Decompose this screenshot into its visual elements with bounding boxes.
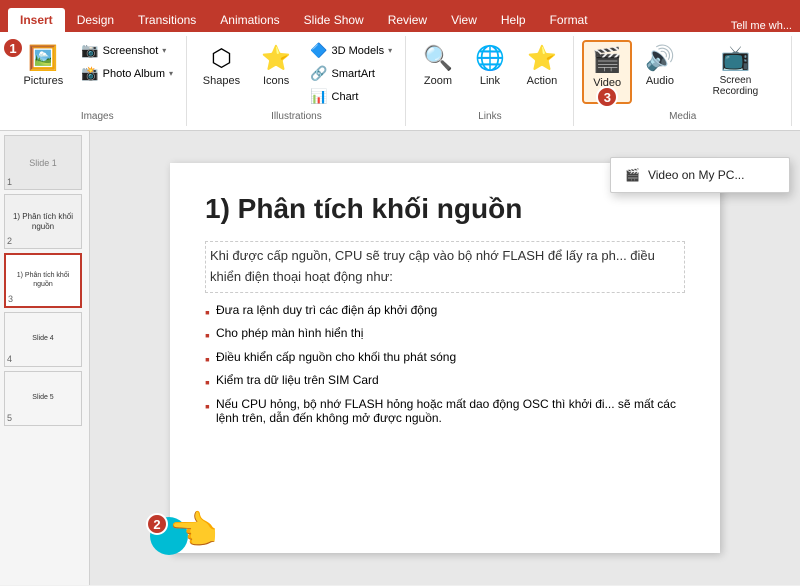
slide-intro: Khi được cấp nguồn, CPU sẽ truy cập vào … [210, 246, 680, 288]
slide-bullet-5: ▪ Nếu CPU hỏng, bộ nhớ FLASH hỏng hoặc m… [205, 397, 685, 425]
bullet-mark-1: ▪ [205, 303, 210, 323]
slide-bullet-4: ▪ Kiểm tra dữ liệu trên SIM Card [205, 373, 685, 393]
action-button[interactable]: ⭐ Action [518, 40, 566, 91]
video-pc-icon: 🎬 [625, 168, 640, 182]
photo-album-button[interactable]: 📸 Photo Album ▾ [75, 63, 179, 84]
video-dropdown-menu: 🎬 Video on My PC... [610, 157, 790, 193]
slide-bullet-3: ▪ Điều khiển cấp nguồn cho khối thu phát… [205, 350, 685, 370]
illustrations-label: Illustrations [271, 107, 322, 122]
slide-thumb-2[interactable]: 1) Phân tích khối nguồn 2 [4, 194, 82, 249]
icons-button[interactable]: ⭐ Icons [252, 40, 300, 91]
screen-recording-icon: 📺 [721, 44, 751, 73]
slide-title: 1) Phân tích khối nguồn [205, 193, 685, 225]
bullet-text-2: Cho phép màn hình hiển thị [216, 326, 685, 340]
annotation-1: 1 [2, 37, 24, 59]
smartart-icon: 🔗 [310, 65, 327, 82]
link-button[interactable]: 🌐 Link [466, 40, 514, 91]
video-icon: 🎬 [592, 46, 622, 75]
hand-pointer-icon: 👉 [170, 507, 220, 554]
bullet-text-1: Đưa ra lệnh duy trì các điện áp khởi độn… [216, 303, 685, 317]
ribbon-group-images: 🖼️ Pictures 📷 Screenshot ▾ 📸 Photo Album… [8, 36, 187, 126]
icons-icon: ⭐ [261, 44, 291, 73]
screenshot-button[interactable]: 📷 Screenshot ▾ [75, 40, 179, 61]
models-smartart-chart: 🔷 3D Models ▾ 🔗 SmartArt 📊 Chart [304, 40, 398, 107]
tab-slideshow[interactable]: Slide Show [292, 8, 376, 32]
tab-insert[interactable]: Insert [8, 8, 65, 32]
bullet-mark-4: ▪ [205, 373, 210, 393]
3d-models-dropdown-icon: ▾ [388, 46, 392, 55]
3d-models-icon: 🔷 [310, 42, 327, 59]
links-label: Links [478, 107, 501, 122]
tab-help[interactable]: Help [489, 8, 538, 32]
media-label: Media [669, 107, 696, 122]
slide-intro-block: Khi được cấp nguồn, CPU sẽ truy cập vào … [205, 241, 685, 293]
annotation-3: 3 [596, 86, 618, 108]
shapes-icon: ⬡ [211, 44, 232, 73]
photo-album-dropdown-icon: ▾ [169, 69, 173, 78]
slide-thumb-5[interactable]: Slide 5 5 [4, 371, 82, 426]
tab-animations[interactable]: Animations [208, 8, 291, 32]
bullet-text-4: Kiểm tra dữ liệu trên SIM Card [216, 373, 685, 387]
photo-album-icon: 📸 [81, 65, 98, 82]
bullet-mark-5: ▪ [205, 397, 210, 417]
slide-panel: Slide 1 1 1) Phân tích khối nguồn 2 1) P… [0, 131, 90, 585]
screenshot-icon: 📷 [81, 42, 98, 59]
ribbon-group-media: 3 🎬 Video ▾ 🔊 Audio 📺 Screen Recording M… [574, 36, 792, 126]
ribbon: 1 🖼️ Pictures 📷 Screenshot ▾ 📸 Photo Alb… [0, 32, 800, 131]
chart-button[interactable]: 📊 Chart [304, 86, 398, 107]
hand-annotation-area: 2 👉 [150, 517, 188, 555]
links-items: 🔍 Zoom 🌐 Link ⭐ Action [414, 40, 566, 107]
screenshot-album-group: 📷 Screenshot ▾ 📸 Photo Album ▾ [75, 40, 179, 84]
chart-icon: 📊 [310, 88, 327, 105]
bullet-mark-3: ▪ [205, 350, 210, 370]
zoom-icon: 🔍 [423, 44, 453, 73]
audio-button[interactable]: 🔊 Audio [636, 40, 684, 91]
audio-icon: 🔊 [645, 44, 675, 73]
tab-transitions[interactable]: Transitions [126, 8, 208, 32]
slide-bullet-1: ▪ Đưa ra lệnh duy trì các điện áp khởi đ… [205, 303, 685, 323]
ribbon-group-illustrations: ⬡ Shapes ⭐ Icons 🔷 3D Models ▾ 🔗 SmartAr… [187, 36, 406, 126]
screenshot-dropdown-icon: ▾ [162, 46, 166, 55]
tab-bar: Insert Design Transitions Animations Sli… [0, 0, 800, 32]
main-area: Slide 1 1 1) Phân tích khối nguồn 2 1) P… [0, 131, 800, 585]
slide-bullet-2: ▪ Cho phép màn hình hiển thị [205, 326, 685, 346]
tab-review[interactable]: Review [376, 8, 439, 32]
video-on-pc-item[interactable]: 🎬 Video on My PC... [611, 162, 789, 188]
hand-icon-container: 2 👉 [150, 517, 188, 555]
3d-models-button[interactable]: 🔷 3D Models ▾ [304, 40, 398, 61]
bullet-mark-2: ▪ [205, 326, 210, 346]
illustrations-items: ⬡ Shapes ⭐ Icons 🔷 3D Models ▾ 🔗 SmartAr… [195, 40, 398, 107]
slide-canvas: 1) Phân tích khối nguồn Khi được cấp ngu… [90, 131, 800, 585]
ribbon-group-links: 🔍 Zoom 🌐 Link ⭐ Action Links [406, 36, 574, 126]
action-icon: ⭐ [527, 44, 557, 73]
zoom-button[interactable]: 🔍 Zoom [414, 40, 462, 91]
bullet-text-3: Điều khiển cấp nguồn cho khối thu phát s… [216, 350, 685, 364]
tab-format[interactable]: Format [538, 8, 600, 32]
screen-recording-button[interactable]: 📺 Screen Recording [688, 40, 783, 101]
slide-content-area: 1) Phân tích khối nguồn Khi được cấp ngu… [170, 163, 720, 553]
slide-thumb-1[interactable]: Slide 1 1 [4, 135, 82, 190]
shapes-button[interactable]: ⬡ Shapes [195, 40, 248, 91]
slide-thumb-3[interactable]: 1) Phân tích khối nguồn 3 [4, 253, 82, 308]
slide-thumb-4[interactable]: Slide 4 4 [4, 312, 82, 367]
link-icon: 🌐 [475, 44, 505, 73]
images-items: 🖼️ Pictures 📷 Screenshot ▾ 📸 Photo Album… [15, 40, 179, 107]
annotation-2: 2 [146, 513, 168, 535]
bullet-text-5: Nếu CPU hỏng, bộ nhớ FLASH hỏng hoặc mất… [216, 397, 685, 425]
tab-view[interactable]: View [439, 8, 489, 32]
images-label: Images [81, 107, 114, 122]
tab-design[interactable]: Design [65, 8, 126, 32]
tell-me-bar: Tell me wh... [731, 20, 800, 32]
pictures-icon: 🖼️ [28, 44, 58, 73]
smartart-button[interactable]: 🔗 SmartArt [304, 63, 398, 84]
